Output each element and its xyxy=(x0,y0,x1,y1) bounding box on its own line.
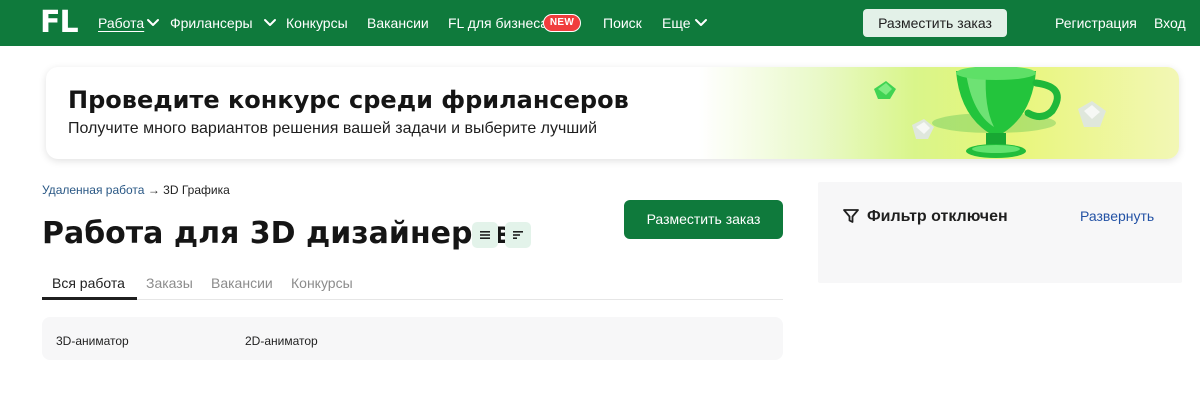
nav-item-more[interactable]: Еще xyxy=(662,14,691,32)
nav-item-freelancers[interactable]: Фрилансеры xyxy=(170,14,253,32)
breadcrumb: Удаленная работа → 3D Графика xyxy=(42,182,230,198)
work-type-tabs: Вся работа Заказы Вакансии Конкурсы xyxy=(42,266,783,300)
new-badge: NEW xyxy=(543,14,581,32)
filter-status-label: Фильтр отключен xyxy=(867,208,1008,225)
subcategory-2d-animator[interactable]: 2D-аниматор xyxy=(245,333,318,349)
tab-vacancies[interactable]: Вакансии xyxy=(211,274,273,292)
list-view-icon[interactable] xyxy=(472,222,498,248)
chevron-down-icon[interactable] xyxy=(146,17,160,29)
login-link[interactable]: Вход xyxy=(1154,14,1186,32)
active-tab-indicator xyxy=(42,297,137,300)
post-order-button[interactable]: Разместить заказ xyxy=(624,200,783,239)
contest-promo-banner[interactable]: Проведите конкурс среди фрилансеров Полу… xyxy=(46,67,1179,159)
breadcrumb-current: 3D Графика xyxy=(163,183,230,197)
banner-subtitle: Получите много вариантов решения вашей з… xyxy=(68,120,598,137)
nav-item-work[interactable]: Работа xyxy=(98,14,144,32)
chevron-down-icon[interactable] xyxy=(694,17,708,29)
banner-title: Проведите конкурс среди фрилансеров xyxy=(68,86,629,114)
post-order-header-button[interactable]: Разместить заказ xyxy=(863,9,1007,37)
tab-orders[interactable]: Заказы xyxy=(146,274,193,292)
subcategory-list: 3D-аниматор 2D-аниматор xyxy=(42,317,783,360)
subcategory-3d-animator[interactable]: 3D-аниматор xyxy=(56,333,129,349)
nav-item-contests[interactable]: Конкурсы xyxy=(286,14,348,32)
top-navbar: FL Работа Фрилансеры Конкурсы Вакансии F… xyxy=(0,0,1200,46)
filter-funnel-icon xyxy=(843,209,859,223)
filter-expand-link[interactable]: Развернуть xyxy=(1080,207,1154,225)
nav-item-vacancies[interactable]: Вакансии xyxy=(367,14,429,32)
tab-all-work[interactable]: Вся работа xyxy=(52,274,125,292)
page-title: Работа для 3D дизайнеров xyxy=(42,216,513,251)
sort-icon[interactable] xyxy=(505,222,531,248)
nav-item-search[interactable]: Поиск xyxy=(603,14,642,32)
filter-panel: Фильтр отключен Развернуть xyxy=(818,182,1182,283)
fl-logo[interactable]: FL xyxy=(40,6,79,40)
tab-contests[interactable]: Конкурсы xyxy=(291,274,353,292)
breadcrumb-link-remote-work[interactable]: Удаленная работа xyxy=(42,183,144,197)
register-link[interactable]: Регистрация xyxy=(1055,14,1137,32)
nav-item-business[interactable]: FL для бизнеса xyxy=(448,14,548,32)
chevron-down-icon[interactable] xyxy=(263,17,277,29)
breadcrumb-separator: → xyxy=(147,183,160,197)
trophy-illustration-icon xyxy=(874,67,1106,158)
